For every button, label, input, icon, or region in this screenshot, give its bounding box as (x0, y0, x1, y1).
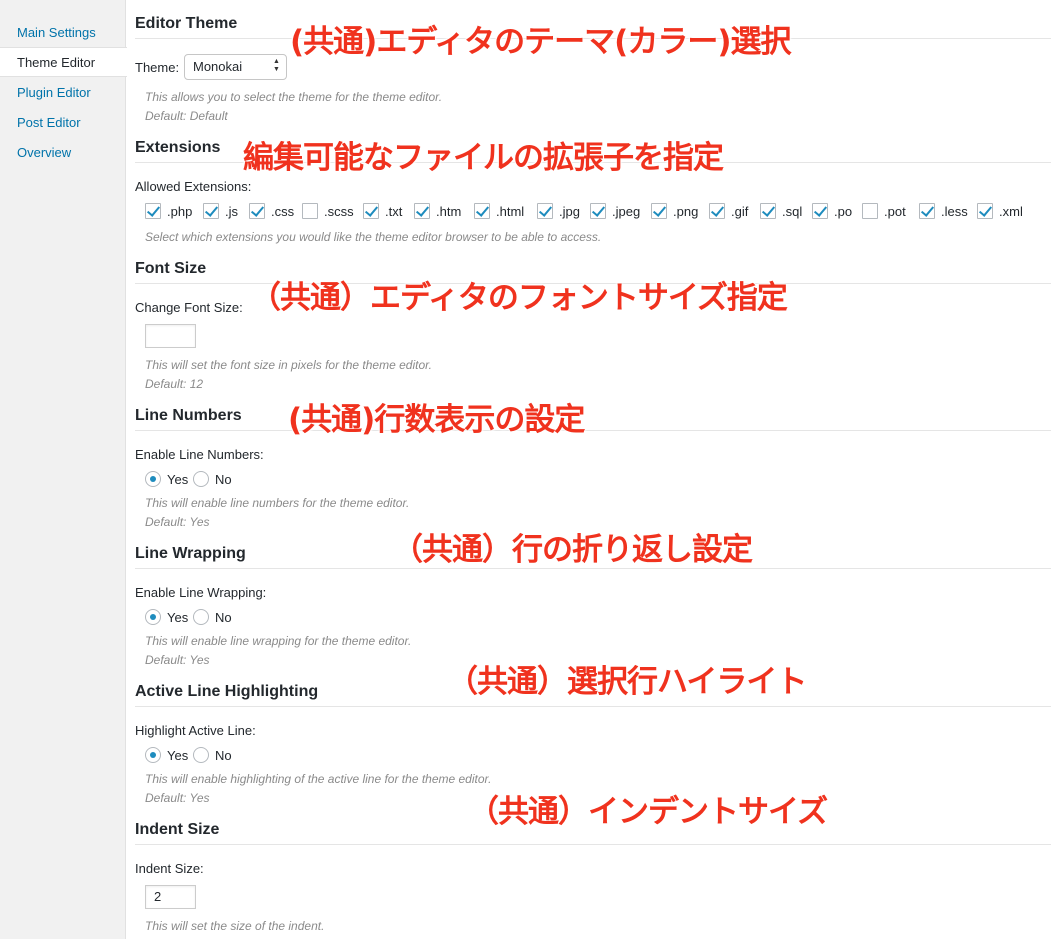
line-wrapping-description: This will enable line wrapping for the t… (145, 634, 412, 648)
active-line-no-radio[interactable] (193, 747, 209, 763)
line-numbers-description: This will enable line numbers for the th… (145, 496, 410, 510)
radio-label-yes: Yes (167, 748, 189, 763)
ext-label: .po (834, 204, 853, 219)
checkbox-icon (302, 203, 318, 219)
extensions-label: Allowed Extensions: (135, 179, 252, 194)
checkbox-icon (414, 203, 430, 219)
ext-label: .css (271, 204, 295, 219)
line-numbers-yes-radio[interactable] (145, 471, 161, 487)
line-wrapping-label: Enable Line Wrapping: (135, 585, 267, 600)
font-size-input[interactable] (145, 324, 196, 348)
radio-label-yes: Yes (167, 472, 189, 487)
line-wrapping-no-radio[interactable] (193, 609, 209, 625)
radio-label-no: No (215, 748, 232, 763)
section-divider (135, 706, 1051, 707)
line-wrapping-default: Default: Yes (145, 653, 210, 667)
checkbox-icon (590, 203, 606, 219)
line-wrapping-yes-radio[interactable] (145, 609, 161, 625)
nav-overview[interactable]: Overview (0, 138, 127, 168)
nav-main-settings[interactable]: Main Settings (0, 18, 127, 48)
theme-default: Default: Default (145, 109, 228, 123)
font-size-description: This will set the font size in pixels fo… (145, 358, 433, 372)
section-divider (135, 844, 1051, 845)
section-title-line-wrapping: Line Wrapping (135, 545, 246, 562)
nav-theme-editor[interactable]: Theme Editor (0, 47, 127, 77)
ext-label: .jpeg (612, 204, 641, 219)
section-title-indent-size: Indent Size (135, 821, 220, 838)
section-title-extensions: Extensions (135, 139, 221, 156)
section-divider (135, 430, 1051, 431)
active-line-description: This will enable highlighting of the act… (145, 772, 492, 786)
indent-size-description: This will set the size of the indent. (145, 919, 325, 933)
radio-label-no: No (215, 610, 232, 625)
ext-label: .sql (782, 204, 803, 219)
line-numbers-label: Enable Line Numbers: (135, 447, 264, 462)
section-title-font-size: Font Size (135, 260, 207, 277)
nav-post-editor[interactable]: Post Editor (0, 108, 127, 138)
ext-label: .png (673, 204, 699, 219)
active-line-default: Default: Yes (145, 791, 210, 805)
checkbox-icon (862, 203, 878, 219)
section-title-active-line: Active Line Highlighting (135, 683, 319, 700)
checkbox-icon (709, 203, 725, 219)
annotation-indent-size: （共通）インデントサイズ (468, 794, 828, 830)
section-title-editor-theme: Editor Theme (135, 15, 238, 32)
radio-label-yes: Yes (167, 610, 189, 625)
ext-label: .less (941, 204, 968, 219)
checkbox-icon (812, 203, 828, 219)
font-size-default: Default: 12 (145, 377, 204, 391)
ext-label: .scss (324, 204, 354, 219)
checkbox-icon (537, 203, 553, 219)
annotation-extensions: 編集可能なファイルの拡張子を指定 (243, 140, 724, 176)
theme-select-value: Monokai (193, 59, 243, 74)
checkbox-icon (760, 203, 776, 219)
theme-description: This allows you to select the theme for … (145, 90, 443, 104)
active-line-label: Highlight Active Line: (135, 723, 256, 738)
checkbox-icon (145, 203, 161, 219)
theme-label: Theme: (135, 60, 180, 75)
active-line-yes-radio[interactable] (145, 747, 161, 763)
ext-label: .pot (884, 204, 906, 219)
ext-label: .gif (731, 204, 749, 219)
ext-label: .htm (436, 204, 462, 219)
nav-plugin-editor[interactable]: Plugin Editor (0, 78, 127, 108)
font-size-label: Change Font Size: (135, 300, 243, 315)
checkbox-icon (919, 203, 935, 219)
ext-label: .js (225, 204, 238, 219)
indent-size-label: Indent Size: (135, 861, 204, 876)
checkbox-icon (363, 203, 379, 219)
extensions-description: Select which extensions you would like t… (145, 230, 602, 244)
ext-label: .jpg (559, 204, 580, 219)
settings-sidebar: Main Settings Theme Editor Plugin Editor… (0, 0, 127, 939)
line-numbers-no-radio[interactable] (193, 471, 209, 487)
ext-label: .html (496, 204, 525, 219)
annotation-font-size: （共通）エディタのフォントサイズ指定 (250, 280, 788, 316)
annotation-active-line: （共通）選択行ハイライト (447, 664, 807, 700)
ext-label: .xml (999, 204, 1023, 219)
theme-select[interactable]: Monokai ▲ ▼ (184, 54, 287, 80)
indent-size-input[interactable]: 2 (145, 885, 196, 909)
checkbox-icon (203, 203, 219, 219)
checkbox-icon (651, 203, 667, 219)
annotation-line-wrapping: （共通）行の折り返し設定 (392, 532, 753, 568)
line-numbers-default: Default: Yes (145, 515, 210, 529)
ext-label: .txt (385, 204, 403, 219)
checkbox-icon (249, 203, 265, 219)
ext-label: .php (167, 204, 193, 219)
select-arrows-icon: ▲ ▼ (273, 58, 280, 73)
annotation-theme: (共通)エディタのテーマ(カラー)選択 (290, 24, 792, 60)
checkbox-icon (474, 203, 490, 219)
section-title-line-numbers: Line Numbers (135, 407, 242, 424)
checkbox-icon (977, 203, 993, 219)
radio-label-no: No (215, 472, 232, 487)
annotation-line-numbers: (共通)行数表示の設定 (288, 402, 585, 438)
